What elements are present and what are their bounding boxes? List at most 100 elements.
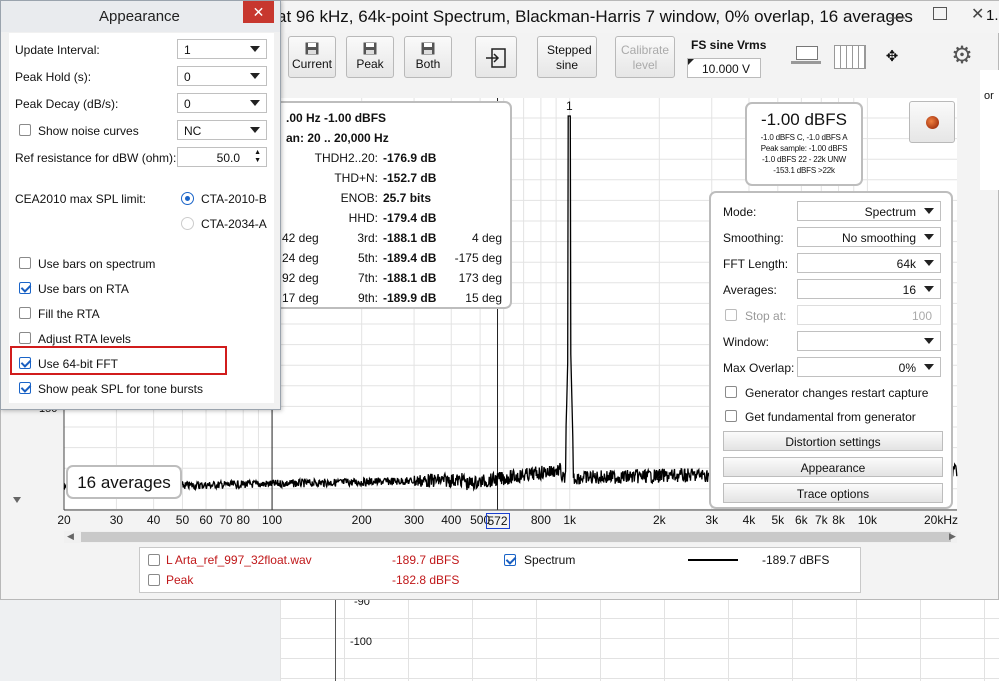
layout-columns-icon[interactable] [834,45,866,69]
fft-length-dropdown[interactable]: 64k [797,253,941,273]
legend-peak-checkbox[interactable] [148,574,160,586]
dialog-close-button[interactable]: ✕ [243,1,274,23]
thd-value: -176.9 dB [383,151,437,165]
scroll-left-icon[interactable]: ◀ [67,531,74,542]
calibrate-level-button[interactable]: Calibrate level [615,36,675,78]
window-dropdown[interactable] [797,331,941,351]
fill-rta-label: Fill the RTA [38,307,100,321]
window-title: at 96 kHz, 64k-point Spectrum, Blackman-… [277,7,913,26]
ref-resistance-value: 50.0 [216,151,240,165]
x-tick-label: 30 [109,513,124,527]
both-button[interactable]: Both [404,36,452,78]
cta-2010-radio[interactable] [181,192,194,205]
use-bars-spectrum-label: Use bars on spectrum [38,257,156,271]
x-tick-label: 2k [652,513,666,527]
harmonic-phase: 4 deg [471,231,502,245]
peak-hold-dropdown[interactable]: 0 [177,66,267,86]
show-noise-curves-label: Show noise curves [38,124,139,138]
harmonic-value: -189.9 dB [383,291,437,305]
smoothing-dropdown[interactable]: No smoothing [797,227,941,247]
chevron-down-icon [250,46,260,52]
max-overlap-dropdown[interactable]: 0% [797,357,941,377]
record-icon [926,116,939,129]
maximize-button[interactable] [933,7,947,20]
harmonic-value: -189.4 dB [383,251,437,265]
stepped-sine-label: Stepped sine [547,43,592,72]
cta-2034-radio[interactable] [181,217,194,230]
x-tick-label: 800 [530,513,551,527]
show-noise-curves-checkbox[interactable] [19,124,31,136]
generator-restart-checkbox[interactable] [725,386,737,398]
current-button[interactable]: Current [288,36,336,78]
legend-trace-checkbox[interactable] [148,554,160,566]
x-scrollbar-thumb[interactable] [81,532,951,542]
show-peak-spl-checkbox[interactable] [19,382,31,394]
window-label: Window: [723,335,770,349]
appearance-button[interactable]: Appearance [723,457,943,477]
peak-button[interactable]: Peak [346,36,394,78]
fs-sine-input[interactable]: 10.000 V [687,58,761,78]
harmonic-label: 5th: [357,251,378,265]
trace-options-button[interactable]: Trace options [723,483,943,503]
background-window-strip: or [980,70,999,190]
stop-at-input[interactable]: 100 [797,305,941,325]
ref-resistance-spinner[interactable]: 50.0 ▲ ▼ [177,147,267,167]
record-button[interactable] [909,101,955,143]
harmonic-phase-left: 92 deg [282,271,319,285]
fullscreen-arrows-icon[interactable]: ✥ [874,42,910,72]
legend-spectrum-checkbox[interactable] [504,554,516,566]
highlight-box [10,346,227,375]
chevron-down-icon [924,208,934,214]
averages-overlay: 16 averages [66,465,182,499]
use-bars-rta-checkbox[interactable] [19,282,31,294]
readout-freq: .00 Hz -1.00 dBFS [286,111,387,125]
smoothing-label: Smoothing: [723,231,784,245]
show-peak-spl-label: Show peak SPL for tone bursts [38,382,203,396]
mode-dropdown[interactable]: Spectrum [797,201,941,221]
legend-peak-value: -182.8 dBFS [392,573,460,587]
adjust-rta-levels-checkbox[interactable] [19,332,31,344]
corner-icon [688,59,694,65]
x-tick-label: 10k [857,513,878,527]
scroll-right-icon[interactable]: ▶ [949,531,956,542]
fundamental-from-generator-checkbox[interactable] [725,410,737,422]
legend-spectrum-value: -189.7 dBFS [762,553,830,567]
peak-marker-1: 1 [566,99,573,113]
x-tick-label: 70 [219,513,233,527]
noise-curves-dropdown[interactable]: NC [177,120,267,140]
x-tick-label: 80 [236,513,250,527]
peak-hold-label: Peak Hold (s): [15,70,92,84]
distortion-settings-label: Distortion settings [785,435,881,449]
readout-range: an: 20 .. 20,000 Hz [286,131,389,145]
import-button[interactable] [475,36,517,78]
harmonic-label: 3rd: [357,231,378,245]
minimize-button[interactable]: — [889,9,905,27]
x-tick-label: 100 [262,513,283,527]
x-tick-label: 60 [199,513,213,527]
x-tick-label: 5k [771,513,785,527]
distortion-readout-panel: .00 Hz -1.00 dBFS an: 20 .. 20,000 Hz TH… [256,101,512,309]
gear-icon[interactable]: ⚙ [949,43,975,69]
fft-length-label: FFT Length: [723,257,789,271]
peak-decay-label: Peak Decay (dB/s): [15,97,119,111]
background-graph-area: -90 -100 [280,596,999,681]
peak-hold-value: 0 [184,70,191,84]
hhd-value: -179.4 dB [383,211,437,225]
fs-sine-label: FS sine Vrms [691,38,767,52]
close-window-button[interactable]: ✕ [971,4,984,24]
stop-at-checkbox[interactable] [725,309,737,321]
x-tick-label: 8k [832,513,845,527]
stepped-sine-button[interactable]: Stepped sine [537,36,597,78]
layout-single-icon[interactable] [791,46,821,66]
fill-rta-checkbox[interactable] [19,307,31,319]
background-y-label: -100 [350,636,373,648]
averages-dropdown[interactable]: 16 [797,279,941,299]
harmonic-value: -188.1 dB [383,271,437,285]
use-bars-spectrum-checkbox[interactable] [19,257,31,269]
cea-spl-limit-label: CEA2010 max SPL limit: [15,192,146,206]
peak-decay-dropdown[interactable]: 0 [177,93,267,113]
chevron-down-icon [250,100,260,106]
both-label: Both [415,57,441,71]
distortion-settings-button[interactable]: Distortion settings [723,431,943,451]
update-interval-dropdown[interactable]: 1 [177,39,267,59]
